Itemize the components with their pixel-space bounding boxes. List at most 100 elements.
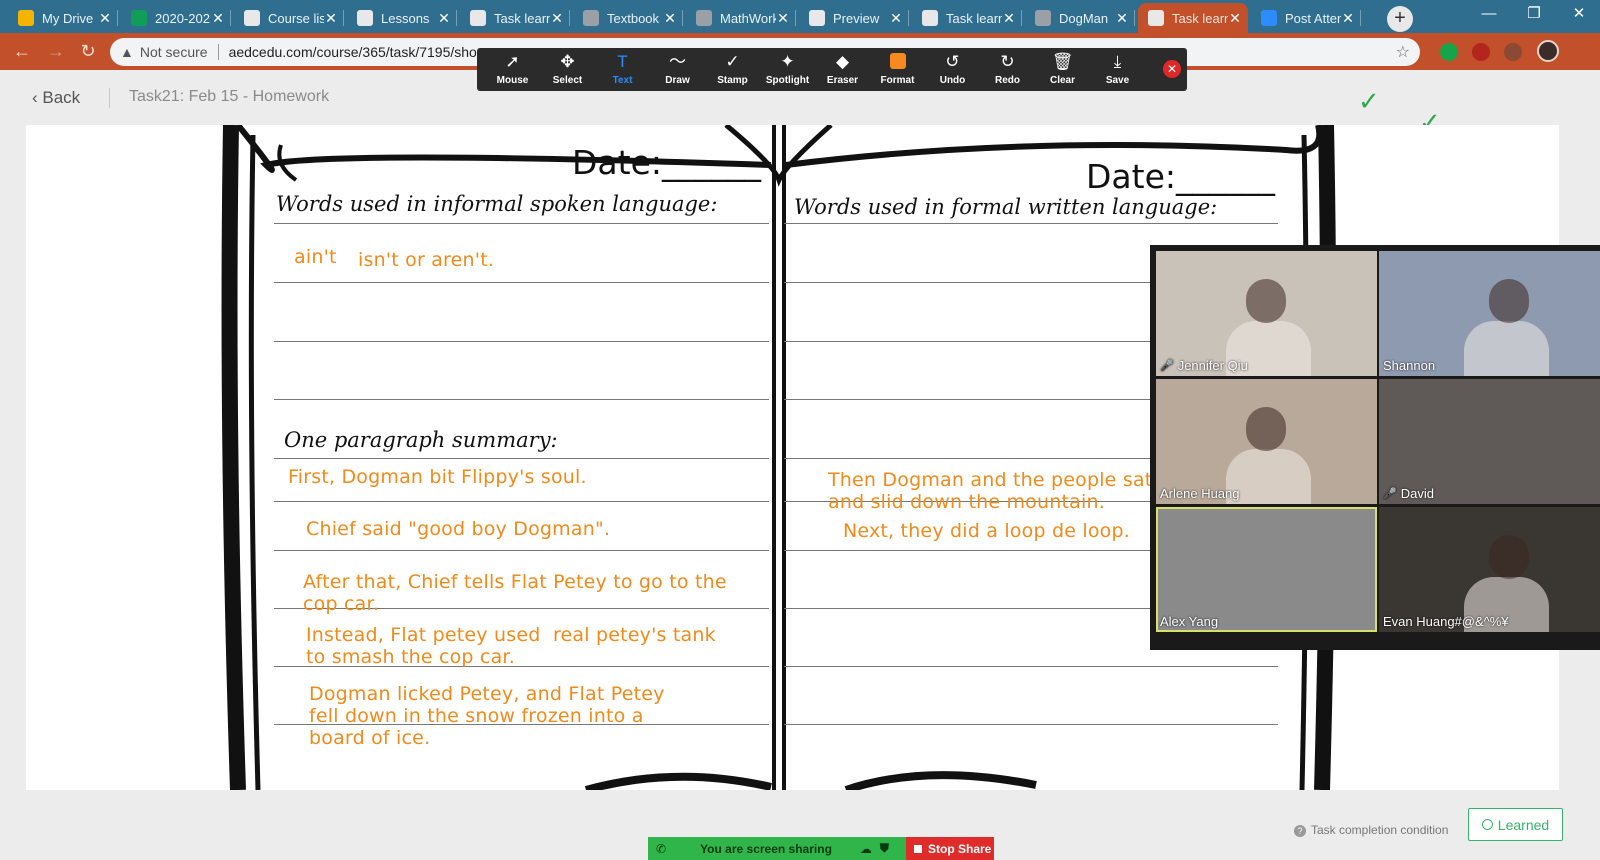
bookmark-star-icon[interactable]: ☆ bbox=[1396, 42, 1410, 62]
restore-button[interactable]: ❐ bbox=[1511, 0, 1557, 30]
participant-video-tile[interactable]: 🎤 Jennifer Qiu bbox=[1156, 251, 1377, 376]
question-icon: ? bbox=[1294, 825, 1306, 837]
tab-close-icon[interactable]: ✕ bbox=[1002, 10, 1016, 27]
participant-video-tile[interactable]: 🎤 David bbox=[1379, 379, 1600, 504]
browser-tab[interactable]: Textbook ✕ bbox=[573, 3, 683, 33]
forward-arrow-icon[interactable]: → bbox=[44, 40, 68, 64]
tab-separator bbox=[456, 10, 457, 26]
tool-mouse[interactable]: ➚ Mouse bbox=[485, 53, 540, 87]
extension-green-icon[interactable] bbox=[1440, 43, 1458, 61]
task-completion-condition[interactable]: ? Task completion condition bbox=[1294, 823, 1448, 837]
participant-name-text: David bbox=[1400, 486, 1434, 501]
favicon-icon bbox=[131, 10, 147, 26]
extensions-puzzle-icon[interactable] bbox=[1504, 43, 1522, 61]
participant-video-tile[interactable]: Alex Yang bbox=[1156, 507, 1377, 632]
summary-right-line-2[interactable]: Next, they did a loop de loop. bbox=[843, 520, 1130, 542]
rule-line bbox=[274, 550, 769, 551]
participant-silhouette bbox=[1489, 279, 1529, 323]
reload-icon[interactable]: ↻ bbox=[76, 40, 100, 64]
tool-redo[interactable]: ↻ Redo bbox=[980, 53, 1035, 87]
tool-text[interactable]: T Text bbox=[595, 53, 650, 87]
close-window-button[interactable]: ✕ bbox=[1556, 0, 1600, 30]
tab-title: Task learning bbox=[946, 10, 1002, 26]
minimize-button[interactable]: — bbox=[1466, 0, 1512, 30]
summary-line-1[interactable]: First, Dogman bit Flippy's soul. bbox=[288, 466, 587, 488]
url-text: aedcedu.com/course/365/task/7195/sho bbox=[228, 44, 477, 60]
browser-tab[interactable]: Course list ✕ bbox=[234, 3, 344, 33]
tool-save[interactable]: ⤓ Save bbox=[1090, 53, 1145, 87]
tab-title: Course list bbox=[268, 10, 324, 26]
summary-line-4[interactable]: Instead, Flat petey used real petey's ta… bbox=[306, 624, 716, 668]
tab-close-icon[interactable]: ✕ bbox=[437, 10, 451, 27]
sharing-label: You are screen sharing bbox=[700, 841, 832, 856]
tab-separator bbox=[117, 10, 118, 26]
tool-spotlight[interactable]: ✦ Spotlight bbox=[760, 52, 815, 87]
summary-line-2[interactable]: Chief said "good boy Dogman". bbox=[306, 518, 610, 540]
spotlight-icon: ✦ bbox=[780, 52, 795, 71]
browser-tab[interactable]: DogMan ✕ bbox=[1025, 3, 1135, 33]
participant-video-tile[interactable]: Evan Huang#@&^%¥ bbox=[1379, 507, 1600, 632]
summary-line-3[interactable]: After that, Chief tells Flat Petey to go… bbox=[303, 571, 727, 615]
participant-name: 🎤 David bbox=[1383, 486, 1434, 501]
tool-eraser[interactable]: ◆ Eraser bbox=[815, 53, 870, 87]
close-annotation-icon[interactable]: ✕ bbox=[1163, 60, 1181, 78]
participant-name: Alex Yang bbox=[1160, 614, 1218, 629]
tab-close-icon[interactable]: ✕ bbox=[550, 10, 564, 27]
phone-icon: ✆ bbox=[656, 841, 667, 856]
summary-right-line-1[interactable]: Then Dogman and the people sat and slid … bbox=[828, 469, 1152, 513]
tool-undo[interactable]: ↺ Undo bbox=[925, 53, 980, 87]
video-gallery: 🎤 Jennifer Qiu Shannon Arlene Huang 🎤 David Al… bbox=[1150, 245, 1600, 650]
tab-close-icon[interactable]: ✕ bbox=[776, 10, 790, 27]
tool-clear[interactable]: 🗑 Clear bbox=[1035, 53, 1090, 87]
extension-ublock-icon[interactable] bbox=[1472, 43, 1490, 61]
favicon-icon bbox=[1148, 10, 1164, 26]
tab-close-icon[interactable]: ✕ bbox=[1341, 10, 1355, 27]
profile-avatar[interactable] bbox=[1537, 40, 1559, 62]
cloud-icon: ☁ bbox=[859, 841, 872, 856]
summary-header: One paragraph summary: bbox=[284, 428, 558, 452]
browser-tab[interactable]: Preview ✕ bbox=[799, 3, 909, 33]
browser-tab[interactable]: My Drive ✕ bbox=[8, 3, 118, 33]
tab-title: Task learning bbox=[1172, 10, 1228, 26]
browser-tab[interactable]: Lessons ✕ bbox=[347, 3, 457, 33]
rule-line bbox=[274, 341, 769, 342]
tool-draw[interactable]: 〜 Draw bbox=[650, 53, 705, 87]
tool-select[interactable]: ✥ Select bbox=[540, 53, 595, 87]
tool-stamp[interactable]: ✓ Stamp bbox=[705, 53, 760, 87]
tool-label: Stamp bbox=[717, 75, 748, 86]
learned-button[interactable]: Learned bbox=[1468, 808, 1563, 841]
browser-tab[interactable]: Task learning✕ bbox=[460, 3, 570, 33]
stop-icon bbox=[914, 844, 922, 853]
browser-tab[interactable]: MathWorks✕ bbox=[686, 3, 796, 33]
browser-tab[interactable]: Task learning✕ bbox=[912, 3, 1022, 33]
back-arrow-icon[interactable]: ← bbox=[10, 40, 34, 64]
tab-close-icon[interactable]: ✕ bbox=[1228, 10, 1242, 27]
participant-video-tile[interactable]: Shannon bbox=[1379, 251, 1600, 376]
annotation-word[interactable]: ain't bbox=[294, 246, 337, 268]
participant-video-tile[interactable]: Arlene Huang bbox=[1156, 379, 1377, 504]
annotation-word-meaning[interactable]: isn't or aren't. bbox=[358, 249, 494, 271]
participant-name-text: Jennifer Qiu bbox=[1177, 358, 1248, 373]
tab-title: DogMan bbox=[1059, 10, 1109, 26]
tool-label: Undo bbox=[939, 75, 966, 86]
back-link[interactable]: ‹ Back bbox=[32, 88, 80, 108]
tool-format[interactable]: Format bbox=[870, 53, 925, 86]
tab-close-icon[interactable]: ✕ bbox=[324, 10, 338, 27]
sharing-status[interactable]: ✆ You are screen sharing ☁ ⛊ bbox=[648, 837, 906, 860]
new-tab-button[interactable]: + bbox=[1387, 6, 1413, 32]
browser-tab[interactable]: 2020-2021 ✕ bbox=[121, 3, 231, 33]
tab-close-icon[interactable]: ✕ bbox=[98, 10, 112, 27]
browser-tab[interactable]: Post Attendee✕ bbox=[1251, 3, 1361, 33]
rule-line bbox=[274, 399, 769, 400]
browser-tab[interactable]: Task learning✕ bbox=[1138, 3, 1248, 33]
tab-close-icon[interactable]: ✕ bbox=[1115, 10, 1129, 27]
stop-share-button[interactable]: Stop Share bbox=[906, 837, 994, 860]
tab-close-icon[interactable]: ✕ bbox=[889, 10, 903, 27]
annotation-toolbar: ➚ Mouse ✥ Select T Text 〜 Draw ✓ Stamp ✦ Spotlight ◆… bbox=[477, 48, 1187, 91]
tab-close-icon[interactable]: ✕ bbox=[663, 10, 677, 27]
tab-title: Preview bbox=[833, 10, 880, 26]
summary-line-5[interactable]: Dogman licked Petey, and Flat Petey fell… bbox=[309, 683, 665, 749]
tab-close-icon[interactable]: ✕ bbox=[211, 10, 225, 27]
left-date-label: Date:______ bbox=[572, 143, 761, 182]
tab-title: 2020-2021 bbox=[155, 10, 211, 26]
